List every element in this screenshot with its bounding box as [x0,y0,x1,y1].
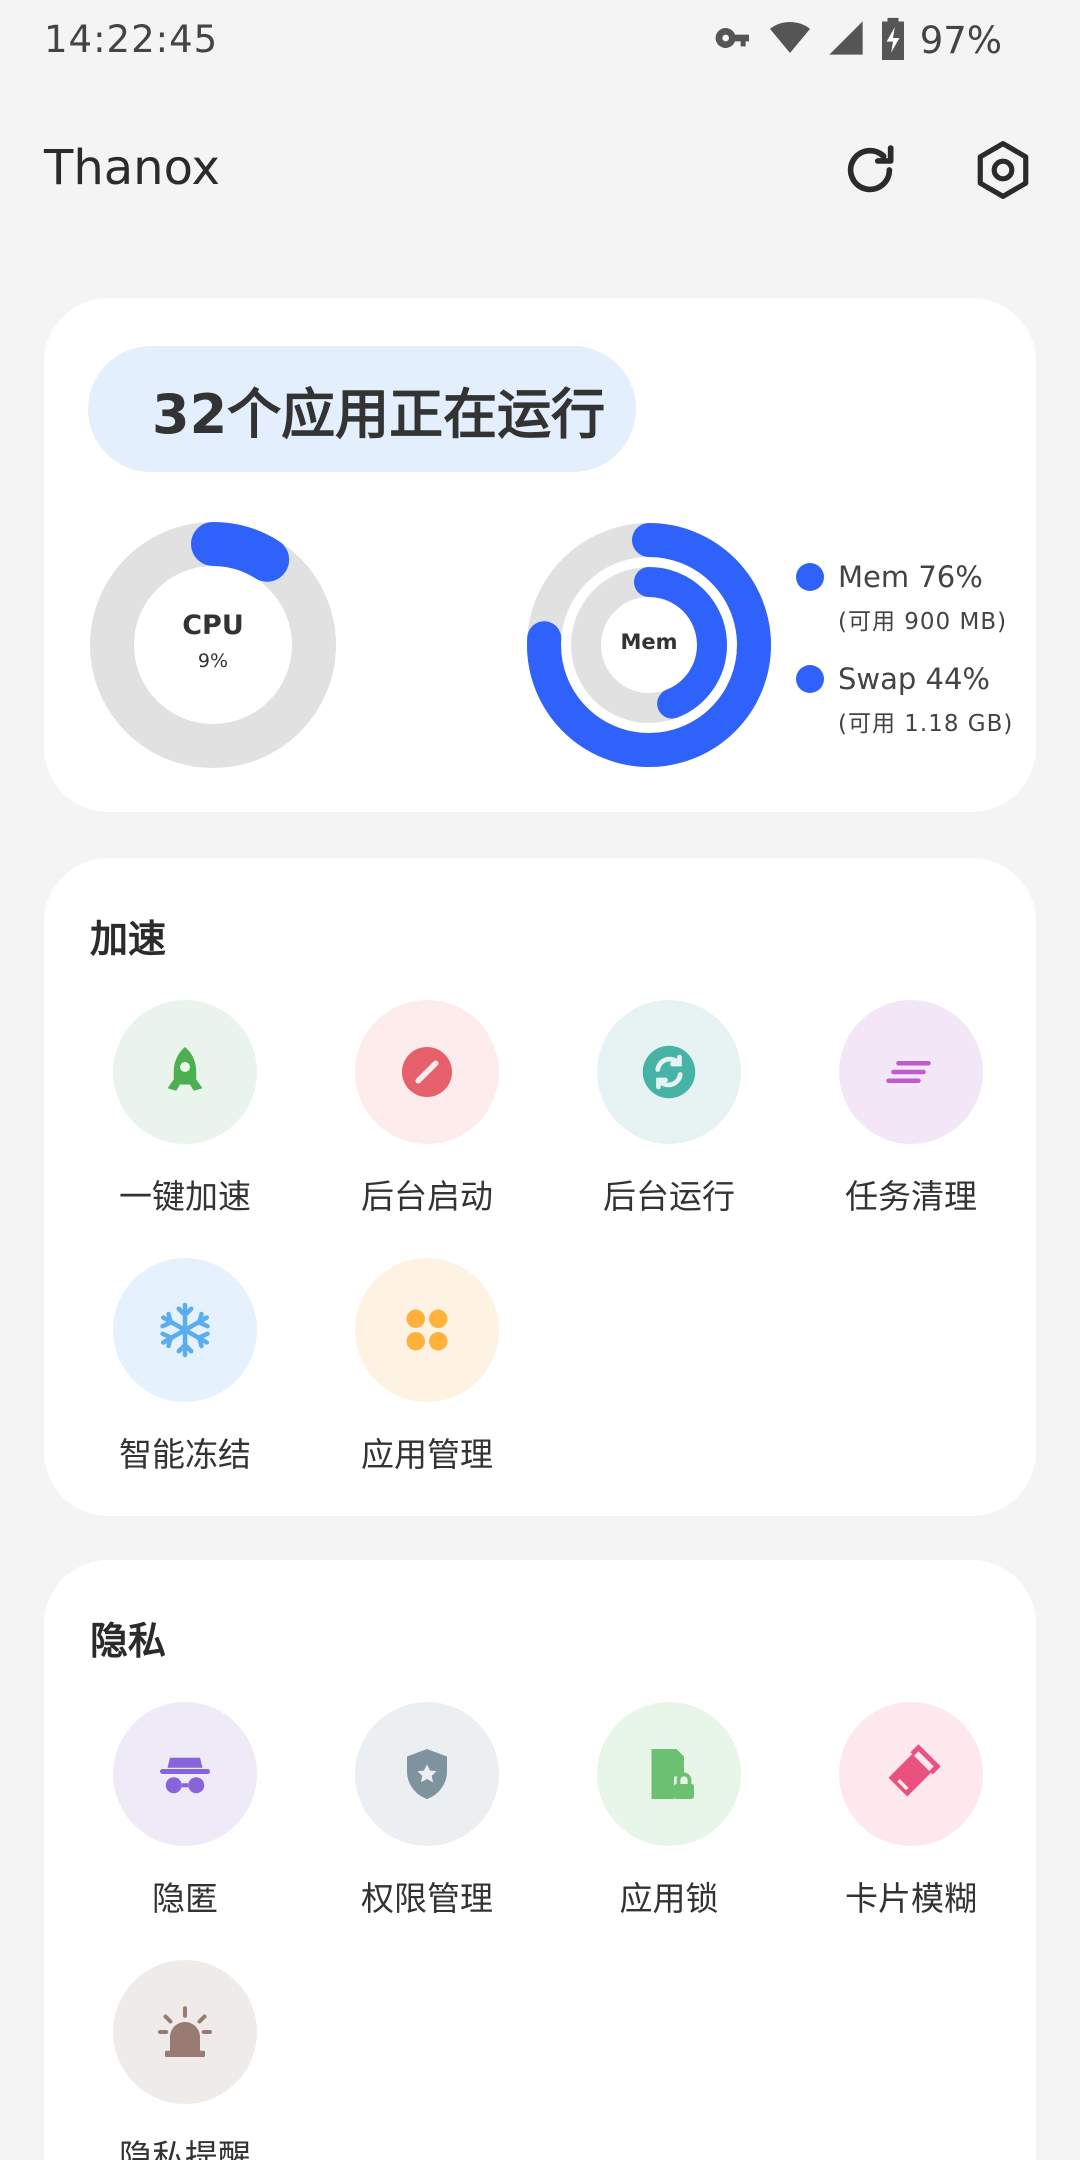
battery-percent: 97% [919,18,1002,62]
tile-label: 智能冻结 [119,1435,251,1474]
privacy-section-title: 隐私 [90,1619,167,1663]
tile-label: 卡片模糊 [845,1879,977,1918]
tile-app-manage[interactable]: 应用管理 [306,1258,548,1488]
tile-bg-start[interactable]: 后台启动 [306,1000,548,1230]
status-time: 14:22:45 [44,18,219,61]
tile-icon-circle [839,1000,983,1144]
rocket-icon [167,1047,203,1091]
tile-label: 隐匿 [152,1879,218,1918]
cpu-gauge: CPU 9% [88,520,338,770]
tile-app-lock[interactable]: 应用锁 [548,1702,790,1932]
tile-label: 一键加速 [119,1177,251,1216]
clear-all-icon [886,1061,931,1083]
tile-icon-circle [355,1258,499,1402]
refresh-button[interactable] [832,132,908,208]
wifi-icon [768,18,812,62]
tile-icon-circle [597,1000,741,1144]
cpu-label: CPU [182,610,244,641]
cpu-value: 9% [197,650,229,672]
eraser-icon [888,1744,941,1797]
alarm-light-icon [158,2006,212,2057]
shield-star-icon [407,1749,447,1799]
tile-icon-circle [355,1702,499,1846]
app-bar: Thanox [0,120,1080,220]
settings-gear-icon [977,141,1029,199]
tile-incognito[interactable]: 隐匿 [64,1702,306,1932]
battery-charging-icon [880,16,906,64]
tile-icon-circle [113,1960,257,2104]
tile-label: 任务清理 [845,1177,977,1216]
tile-label: 后台运行 [603,1177,735,1216]
status-bar: 14:22:45 97% [0,0,1080,80]
tile-permission[interactable]: 权限管理 [306,1702,548,1932]
legend-mem-label: Mem 76% [838,560,983,594]
tile-privacy-alert[interactable]: 隐私提醒 [64,1960,306,2160]
refresh-icon [847,145,894,193]
tile-icon-circle [597,1702,741,1846]
tile-icon-circle [839,1702,983,1846]
snowflake-icon [160,1302,210,1358]
tile-bg-run[interactable]: 后台运行 [548,1000,790,1230]
vpn-key-icon [714,18,754,62]
legend-mem-available: (可用 900 MB) [838,609,1008,635]
tile-icon-circle [113,1258,257,1402]
cpu-ring [90,522,336,768]
tile-icon-circle [113,1702,257,1846]
legend-dot-mem [796,563,824,591]
mem-legend: Mem 76% (可用 900 MB) Swap 44% (可用 1.18 GB… [796,560,1013,738]
legend-swap-available: (可用 1.18 GB) [838,711,1014,737]
sync-icon [642,1045,696,1099]
mem-gauge: Mem [524,520,774,770]
app-lock-icon [651,1749,694,1799]
boost-section-title: 加速 [90,917,167,961]
tile-label: 后台启动 [361,1177,493,1216]
block-icon [402,1047,452,1097]
tile-smart-freeze[interactable]: 智能冻结 [64,1258,306,1488]
boost-card: 加速 一键加速 后台启动 后台运行 任务清理 智能冻结 应用管理 [44,858,1036,1516]
app-title: Thanox [44,140,220,196]
tile-task-clean[interactable]: 任务清理 [790,1000,1032,1230]
tile-label: 权限管理 [361,1879,493,1918]
screen: 14:22:45 97% Thanox 32个应用正在运行 CPU 9% Mem… [0,0,1080,2160]
tile-one-key-boost[interactable]: 一键加速 [64,1000,306,1230]
status-icons: 97% [714,16,1002,64]
apps-grid-icon [406,1309,448,1351]
tile-label: 应用锁 [619,1879,719,1918]
cell-signal-icon [826,18,866,62]
tile-icon-circle [113,1000,257,1144]
legend-swap: Swap 44% [796,662,1013,696]
incognito-icon [160,1757,210,1794]
tile-card-blur[interactable]: 卡片模糊 [790,1702,1032,1932]
legend-mem: Mem 76% [796,560,1013,594]
legend-swap-label: Swap 44% [838,662,990,696]
tile-label: 隐私提醒 [119,2137,251,2160]
mem-label: Mem [620,630,678,654]
tile-icon-circle [355,1000,499,1144]
tile-label: 应用管理 [361,1435,493,1474]
running-status-card[interactable]: 32个应用正在运行 CPU 9% Mem Mem 76% (可用 900 MB)… [44,298,1036,812]
legend-dot-swap [796,665,824,693]
running-apps-badge[interactable]: 32个应用正在运行 [88,346,636,472]
settings-button[interactable] [965,132,1041,208]
privacy-card: 隐私 隐匿 权限管理 应用锁 卡片模糊 隐私提醒 [44,1560,1036,2160]
